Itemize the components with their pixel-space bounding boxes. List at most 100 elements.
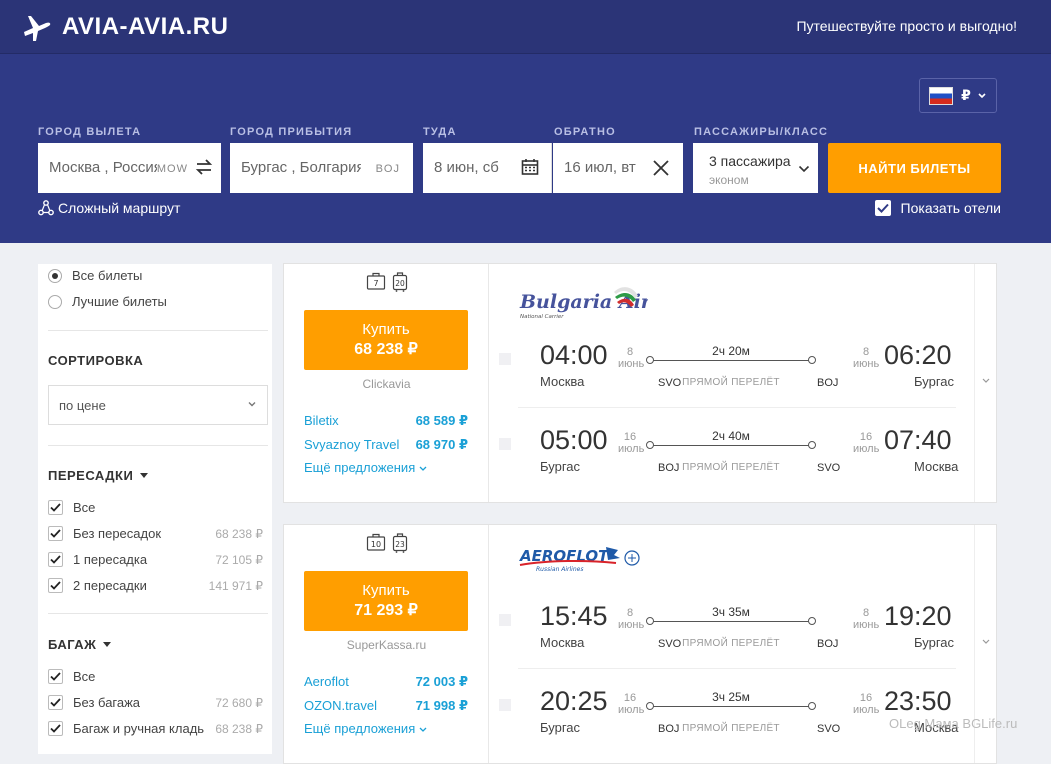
route-start-dot bbox=[646, 702, 654, 710]
filters-panel: Все билеты Лучшие билеты СОРТИРОВКА по ц… bbox=[38, 264, 272, 754]
checkbox[interactable] bbox=[48, 526, 63, 541]
checkbox[interactable] bbox=[48, 552, 63, 567]
leg-select-box[interactable] bbox=[499, 614, 511, 626]
transfer-option[interactable]: 1 пересадка 72 105 ₽ bbox=[48, 552, 263, 567]
leg-select-box[interactable] bbox=[499, 353, 511, 365]
to-input[interactable]: Бургас , Болгария bbox=[241, 159, 361, 176]
departure-time: 05:00 bbox=[540, 425, 608, 455]
buy-price: 68 238 ₽ bbox=[354, 341, 418, 358]
route-line bbox=[650, 445, 812, 446]
alternative-offer[interactable]: Aeroflot 72 003 ₽ bbox=[304, 674, 468, 690]
calendar-icon[interactable] bbox=[521, 158, 539, 176]
alternative-offer[interactable]: OZON.travel 71 998 ₽ bbox=[304, 698, 468, 714]
sort-select[interactable]: по цене bbox=[48, 385, 268, 425]
transfers-title: ПЕРЕСАДКИ bbox=[48, 468, 134, 483]
arrival-city: Бургас bbox=[914, 635, 955, 650]
offer-price[interactable]: 68 970 ₽ bbox=[416, 437, 468, 453]
caret-down-icon bbox=[103, 641, 112, 647]
departure-month: июль bbox=[618, 704, 645, 716]
logo[interactable]: AVIA-AVIA.RU bbox=[20, 10, 228, 44]
route-end-dot bbox=[808, 441, 816, 449]
offer-price[interactable]: 72 003 ₽ bbox=[416, 674, 468, 690]
more-offers-link[interactable]: Ещё предложения bbox=[304, 721, 427, 736]
buy-button[interactable]: Купить 71 293 ₽ bbox=[304, 571, 468, 631]
swap-icon[interactable] bbox=[195, 157, 213, 177]
return-field[interactable]: 16 июл, вт bbox=[553, 143, 683, 193]
sort-value: по цене bbox=[59, 398, 106, 413]
transfer-option[interactable]: 2 пересадки 141 971 ₽ bbox=[48, 578, 263, 593]
checkmark-icon bbox=[50, 529, 61, 538]
departure-city: Бургас bbox=[540, 720, 581, 735]
checkmark-icon bbox=[50, 503, 61, 512]
baggage-option[interactable]: Багаж и ручная кладь 68 238 ₽ bbox=[48, 721, 263, 736]
leg-select-box[interactable] bbox=[499, 699, 511, 711]
radio-button[interactable] bbox=[48, 268, 62, 283]
checkbox[interactable] bbox=[48, 721, 63, 736]
checkbox[interactable] bbox=[48, 500, 63, 515]
chevron-down-icon bbox=[419, 727, 427, 732]
search-button[interactable]: НАЙТИ БИЛЕТЫ bbox=[828, 143, 1001, 193]
offer-price[interactable]: 71 998 ₽ bbox=[416, 698, 468, 714]
option-label: Без багажа bbox=[73, 695, 141, 710]
flight-leg[interactable]: 05:00 16 июль Бургас 2ч 40м BOJ ПРЯМОЙ ПЕРЕЛЁТ… bbox=[499, 425, 959, 495]
more-offers-link[interactable]: Ещё предложения bbox=[304, 460, 427, 475]
offer-price[interactable]: 68 589 ₽ bbox=[416, 413, 468, 429]
flight-leg[interactable]: 15:45 8 июнь Москва 3ч 35м SVO ПРЯМОЙ ПЕРЕЛЁТ B… bbox=[499, 601, 959, 671]
more-offers-label[interactable]: Ещё предложения bbox=[304, 721, 415, 736]
baggage-option[interactable]: Без багажа 72 680 ₽ bbox=[48, 695, 263, 710]
leg-divider bbox=[518, 668, 956, 669]
clear-icon[interactable] bbox=[653, 160, 669, 176]
radio-button[interactable] bbox=[48, 294, 62, 309]
baggage-option[interactable]: Все bbox=[48, 669, 263, 684]
expand-chevron-icon[interactable] bbox=[982, 378, 990, 384]
baggage-header[interactable]: БАГАЖ bbox=[48, 637, 112, 652]
offer-agent[interactable]: Aeroflot bbox=[304, 674, 349, 690]
radio-best-tickets[interactable]: Лучшие билеты bbox=[48, 294, 167, 309]
to-field[interactable]: Бургас , Болгария BOJ bbox=[230, 143, 413, 193]
complex-route-link[interactable]: Сложный маршрут bbox=[38, 200, 180, 216]
transfer-option[interactable]: Все bbox=[48, 500, 263, 515]
checkbox[interactable] bbox=[48, 695, 63, 710]
offer-agent[interactable]: Svyaznoy Travel bbox=[304, 437, 399, 453]
price-panel: 10 23 Купить 71 293 ₽ SuperKassa.ru Aeroflot 7… bbox=[284, 525, 489, 763]
airline-logo: AEROFLOT Russian Airlines bbox=[518, 545, 648, 584]
alternative-offer[interactable]: Svyaznoy Travel 68 970 ₽ bbox=[304, 437, 468, 453]
from-field[interactable]: Москва , Россия MOW bbox=[38, 143, 221, 193]
radio-all-tickets[interactable]: Все билеты bbox=[48, 268, 142, 283]
from-input[interactable]: Москва , Россия bbox=[49, 159, 157, 176]
transfer-option[interactable]: Без пересадок 68 238 ₽ bbox=[48, 526, 263, 541]
language-currency-selector[interactable]: ₽ bbox=[919, 78, 997, 113]
leg-select-box[interactable] bbox=[499, 438, 511, 450]
offer-agent[interactable]: OZON.travel bbox=[304, 698, 377, 714]
checkbox[interactable] bbox=[48, 578, 63, 593]
arrival-month: июнь bbox=[853, 619, 880, 631]
checkbox[interactable] bbox=[48, 669, 63, 684]
arrival-date: 16 июль bbox=[853, 431, 879, 455]
transfers-header[interactable]: ПЕРЕСАДКИ bbox=[48, 468, 149, 483]
depart-input[interactable]: 8 июн, сб bbox=[434, 159, 514, 176]
depart-field[interactable]: 8 июн, сб bbox=[423, 143, 552, 193]
radio-label: Лучшие билеты bbox=[72, 294, 167, 309]
alternative-offer[interactable]: Biletix 68 589 ₽ bbox=[304, 413, 468, 429]
arrival-airport: BOJ bbox=[817, 638, 839, 650]
departure-month: июнь bbox=[618, 619, 645, 631]
to-label: ГОРОД ПРИБЫТИЯ bbox=[230, 126, 353, 138]
svg-text:20: 20 bbox=[395, 279, 405, 288]
arrival-airport: SVO bbox=[817, 462, 841, 474]
buy-button[interactable]: Купить 68 238 ₽ bbox=[304, 310, 468, 370]
more-offers-label[interactable]: Ещё предложения bbox=[304, 460, 415, 475]
flight-leg[interactable]: 04:00 8 июнь Москва 2ч 20м SVO ПРЯМОЙ ПЕРЕЛЁТ B… bbox=[499, 340, 959, 410]
offer-agent[interactable]: Biletix bbox=[304, 413, 339, 429]
return-input[interactable]: 16 июл, вт bbox=[564, 159, 644, 176]
route-end-dot bbox=[808, 702, 816, 710]
passengers-field[interactable]: 3 пассажира эконом bbox=[693, 143, 818, 193]
show-hotels-toggle[interactable]: Показать отели bbox=[874, 200, 1001, 216]
divider bbox=[48, 445, 268, 446]
route-line bbox=[650, 621, 812, 622]
top-bar: AVIA-AVIA.RU Путешествуйте просто и выго… bbox=[0, 0, 1051, 54]
expand-chevron-icon[interactable] bbox=[982, 639, 990, 645]
option-price: 72 105 ₽ bbox=[215, 552, 263, 567]
departure-time: 04:00 bbox=[540, 340, 608, 370]
show-hotels-checkbox[interactable] bbox=[874, 200, 891, 216]
russia-flag-icon bbox=[929, 86, 954, 105]
